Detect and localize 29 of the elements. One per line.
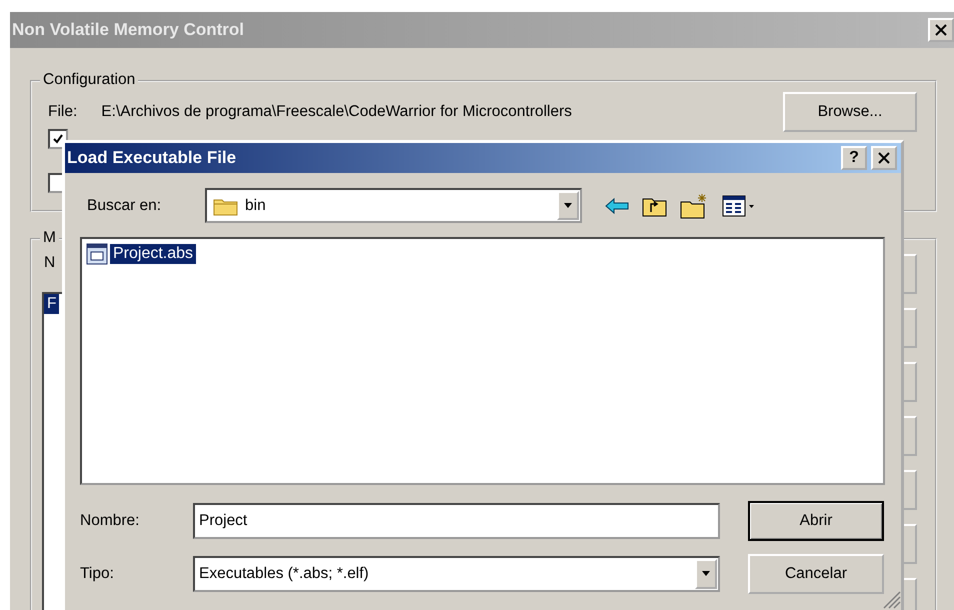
close-button[interactable]	[871, 146, 897, 170]
browse-button[interactable]: Browse...	[783, 92, 917, 132]
resize-grip-icon[interactable]	[881, 589, 901, 609]
type-dropdown[interactable]: Executables (*.abs; *.elf)	[193, 556, 720, 592]
dialog-title: Load Executable File	[67, 148, 236, 168]
list-item[interactable]: F	[44, 294, 60, 314]
file-item[interactable]: Project.abs	[110, 244, 196, 264]
help-button[interactable]: ?	[841, 146, 867, 170]
window-title: Non Volatile Memory Control	[12, 20, 244, 40]
file-path: E:\Archivos de programa\Freescale\CodeWarrior for Microcontrollers	[101, 103, 573, 121]
list-label: N	[44, 254, 56, 272]
back-arrow-icon[interactable]	[604, 196, 630, 216]
close-icon	[878, 152, 890, 164]
cancel-button[interactable]: Cancelar	[748, 554, 884, 594]
close-button[interactable]	[928, 18, 954, 42]
look-in-dropdown[interactable]: bin	[205, 188, 582, 223]
look-in-value: bin	[245, 196, 267, 214]
open-button[interactable]: Abrir	[748, 501, 884, 541]
name-field[interactable]: Project	[193, 503, 720, 539]
look-in-label: Buscar en:	[87, 196, 162, 214]
file-icon	[86, 243, 108, 265]
name-label: Nombre:	[80, 512, 140, 530]
check-icon	[52, 133, 64, 145]
view-menu-icon[interactable]	[722, 194, 756, 216]
type-value: Executables (*.abs; *.elf)	[199, 565, 370, 583]
group-legend: Configuration	[40, 71, 138, 89]
close-icon	[935, 24, 947, 36]
file-label: File:	[48, 103, 78, 121]
type-label: Tipo:	[80, 565, 115, 583]
